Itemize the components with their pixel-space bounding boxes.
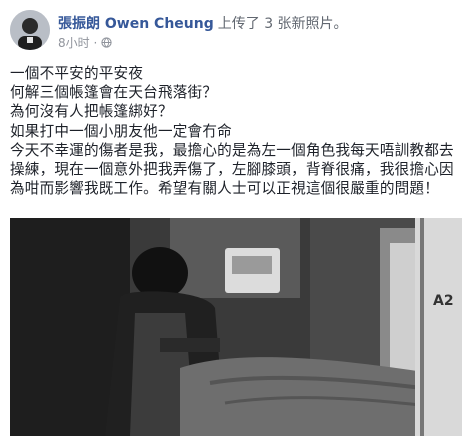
- post-paragraph: 今天不幸運的傷者是我，最擔心的是為左一個角色我每天唔訓教都去操練，現在一個意外把…: [10, 141, 454, 198]
- post-line: 一個不平安的平安夜: [10, 65, 144, 82]
- post-timestamp[interactable]: 8小时 ·: [58, 34, 97, 51]
- avatar[interactable]: [10, 10, 50, 50]
- post-body: 一個不平安的平安夜 何解三個帳篷會在天台飛落街？ 為何沒有人把帳篷綁好？ 如果打…: [10, 64, 462, 198]
- author-name-link[interactable]: 張振朗 Owen Cheung: [58, 16, 214, 32]
- photo-label: A2: [433, 293, 454, 309]
- post-line: 何解三個帳篷會在天台飛落街？: [10, 84, 218, 102]
- post-line: 如果打中一個小朋友他一定會冇命: [10, 122, 232, 140]
- ambulance-photo: A2: [10, 218, 462, 436]
- globe-icon[interactable]: [101, 37, 112, 48]
- post-header: 張振朗 Owen Cheung 上传了 3 张新照片。 8小时 ·: [10, 10, 460, 52]
- post-photo[interactable]: A2: [10, 218, 462, 436]
- post-title-line: 張振朗 Owen Cheung 上传了 3 张新照片。: [58, 13, 348, 33]
- post-action-text: 上传了 3 张新照片。: [217, 16, 348, 32]
- post-line: 為何沒有人把帳篷綁好？: [10, 103, 173, 121]
- post-meta: 8小时 ·: [58, 34, 112, 51]
- avatar-image: [10, 10, 50, 50]
